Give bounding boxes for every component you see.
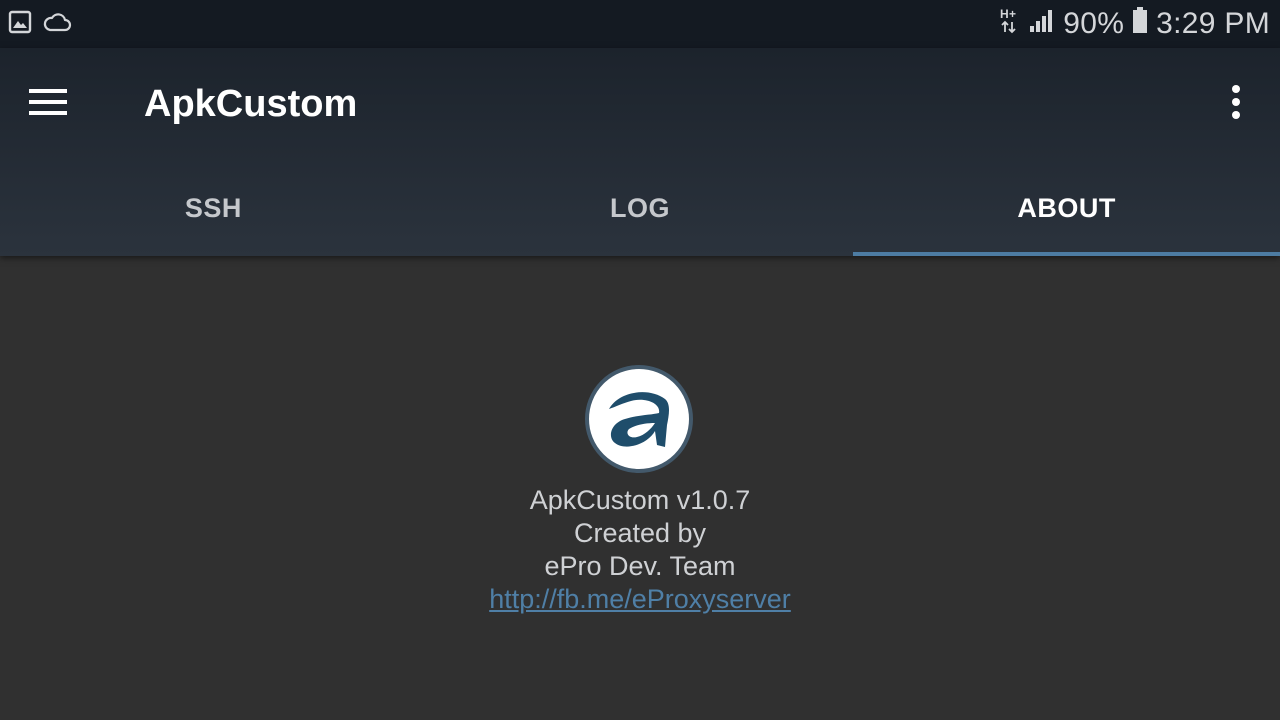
image-icon (8, 10, 32, 39)
app-title: ApkCustom (144, 83, 358, 125)
app-bar: ApkCustom SSH LOG ABOUT (0, 48, 1280, 256)
apkcustom-logo-icon (585, 365, 693, 473)
network-type-icon: H+ (999, 6, 1021, 43)
tab-about[interactable]: ABOUT (853, 160, 1280, 256)
navigation-menu-button[interactable] (12, 72, 84, 136)
tab-log[interactable]: LOG (427, 160, 854, 256)
facebook-link[interactable]: http://fb.me/eProxyserver (489, 584, 791, 614)
more-vert-icon (1230, 84, 1242, 125)
clock: 3:29 PM (1156, 7, 1270, 40)
hamburger-menu-icon (28, 87, 68, 122)
about-page: ApkCustom v1.0.7 Created by ePro Dev. Te… (0, 256, 1280, 720)
signal-strength-icon (1029, 6, 1055, 42)
battery-icon (1132, 6, 1148, 43)
tab-ssh[interactable]: SSH (0, 160, 427, 256)
status-bar: H+ 90% 3:29 PM (0, 0, 1280, 48)
created-by-label: Created by (573, 518, 707, 548)
about-info: ApkCustom v1.0.7 Created by ePro Dev. Te… (0, 484, 1280, 616)
app-version: ApkCustom v1.0.7 (529, 485, 751, 515)
tab-bar: SSH LOG ABOUT (0, 160, 1280, 256)
status-bar-notifications (8, 10, 72, 38)
cloud-icon (42, 11, 72, 38)
toolbar: ApkCustom (0, 48, 1280, 160)
status-bar-system: H+ 90% 3:29 PM (999, 6, 1270, 42)
battery-percent: 90% (1063, 7, 1125, 40)
overflow-menu-button[interactable] (1208, 76, 1264, 132)
team-name: ePro Dev. Team (544, 551, 736, 581)
network-type-label: H+ (1000, 7, 1016, 21)
